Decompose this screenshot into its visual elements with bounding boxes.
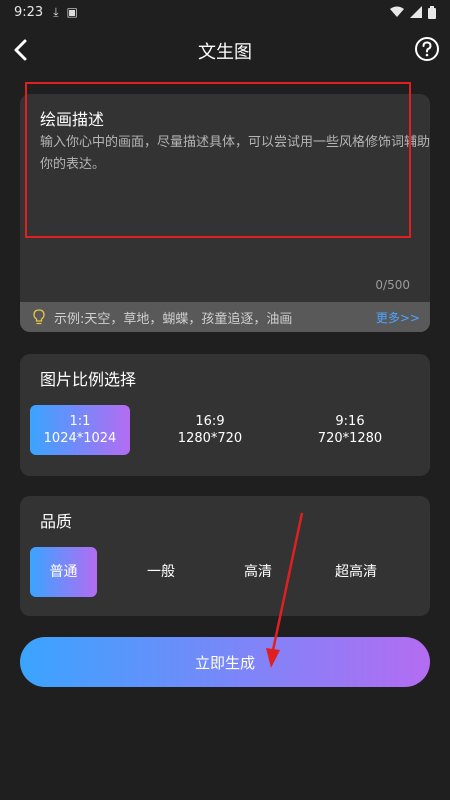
quality-title: 品质 xyxy=(40,512,73,531)
example-text: 示例:天空，草地，蝴蝶，孩童追逐，油画 xyxy=(54,311,293,327)
ratio-title: 图片比例选择 xyxy=(40,370,137,389)
battery-icon xyxy=(428,5,436,19)
lightbulb-icon xyxy=(33,309,45,325)
description-title: 绘画描述 xyxy=(40,110,105,129)
more-examples-link[interactable]: 更多>> xyxy=(376,309,420,326)
ratio-option-1-1[interactable]: 1:1 1024*1024 xyxy=(30,405,130,455)
example-bar: 示例:天空，草地，蝴蝶，孩童追逐，油画 更多>> xyxy=(20,302,430,332)
quality-card: 品质 普通 一般 高清 超高清 xyxy=(20,496,430,616)
status-bar: 9:23 ⤓ ▣ xyxy=(0,0,450,24)
quality-option-ultra-hd[interactable]: 超高清 xyxy=(320,547,392,597)
page-title: 文生图 xyxy=(198,42,252,63)
ratio-label: 1:1 xyxy=(69,414,91,429)
status-time: 9:23 xyxy=(14,4,44,20)
generate-button[interactable]: 立即生成 xyxy=(20,637,430,687)
title-bar: 文生图 xyxy=(0,30,450,70)
ratio-card: 图片比例选择 1:1 1024*1024 16:9 1280*720 9:16 … xyxy=(20,354,430,476)
ratio-option-16-9[interactable]: 16:9 1280*720 xyxy=(160,405,260,455)
quality-option-normal[interactable]: 普通 xyxy=(30,547,97,597)
ratio-label: 9:16 xyxy=(335,414,365,429)
ratio-label: 16:9 xyxy=(195,414,225,429)
ratio-option-9-16[interactable]: 9:16 720*1280 xyxy=(300,405,400,455)
notification-icon: ▣ xyxy=(66,5,78,19)
ratio-size: 1280*720 xyxy=(177,431,243,446)
ratio-size: 1024*1024 xyxy=(43,431,117,446)
char-count: 0/500 xyxy=(375,278,410,292)
ratio-size: 720*1280 xyxy=(317,431,383,446)
quality-option-hd[interactable]: 高清 xyxy=(223,547,293,597)
description-input[interactable]: 输入你心中的画面，尽量描述具体，可以尝试用一些风格修饰词辅助你的表达。 xyxy=(40,132,430,176)
signal-icon xyxy=(410,6,422,18)
quality-option-general[interactable]: 一般 xyxy=(126,547,196,597)
help-icon xyxy=(415,37,439,61)
download-icon: ⤓ xyxy=(53,4,59,19)
wifi-icon xyxy=(390,6,404,17)
help-button[interactable] xyxy=(414,36,440,62)
description-card[interactable]: 绘画描述 输入你心中的画面，尽量描述具体，可以尝试用一些风格修饰词辅助你的表达。… xyxy=(20,94,430,332)
